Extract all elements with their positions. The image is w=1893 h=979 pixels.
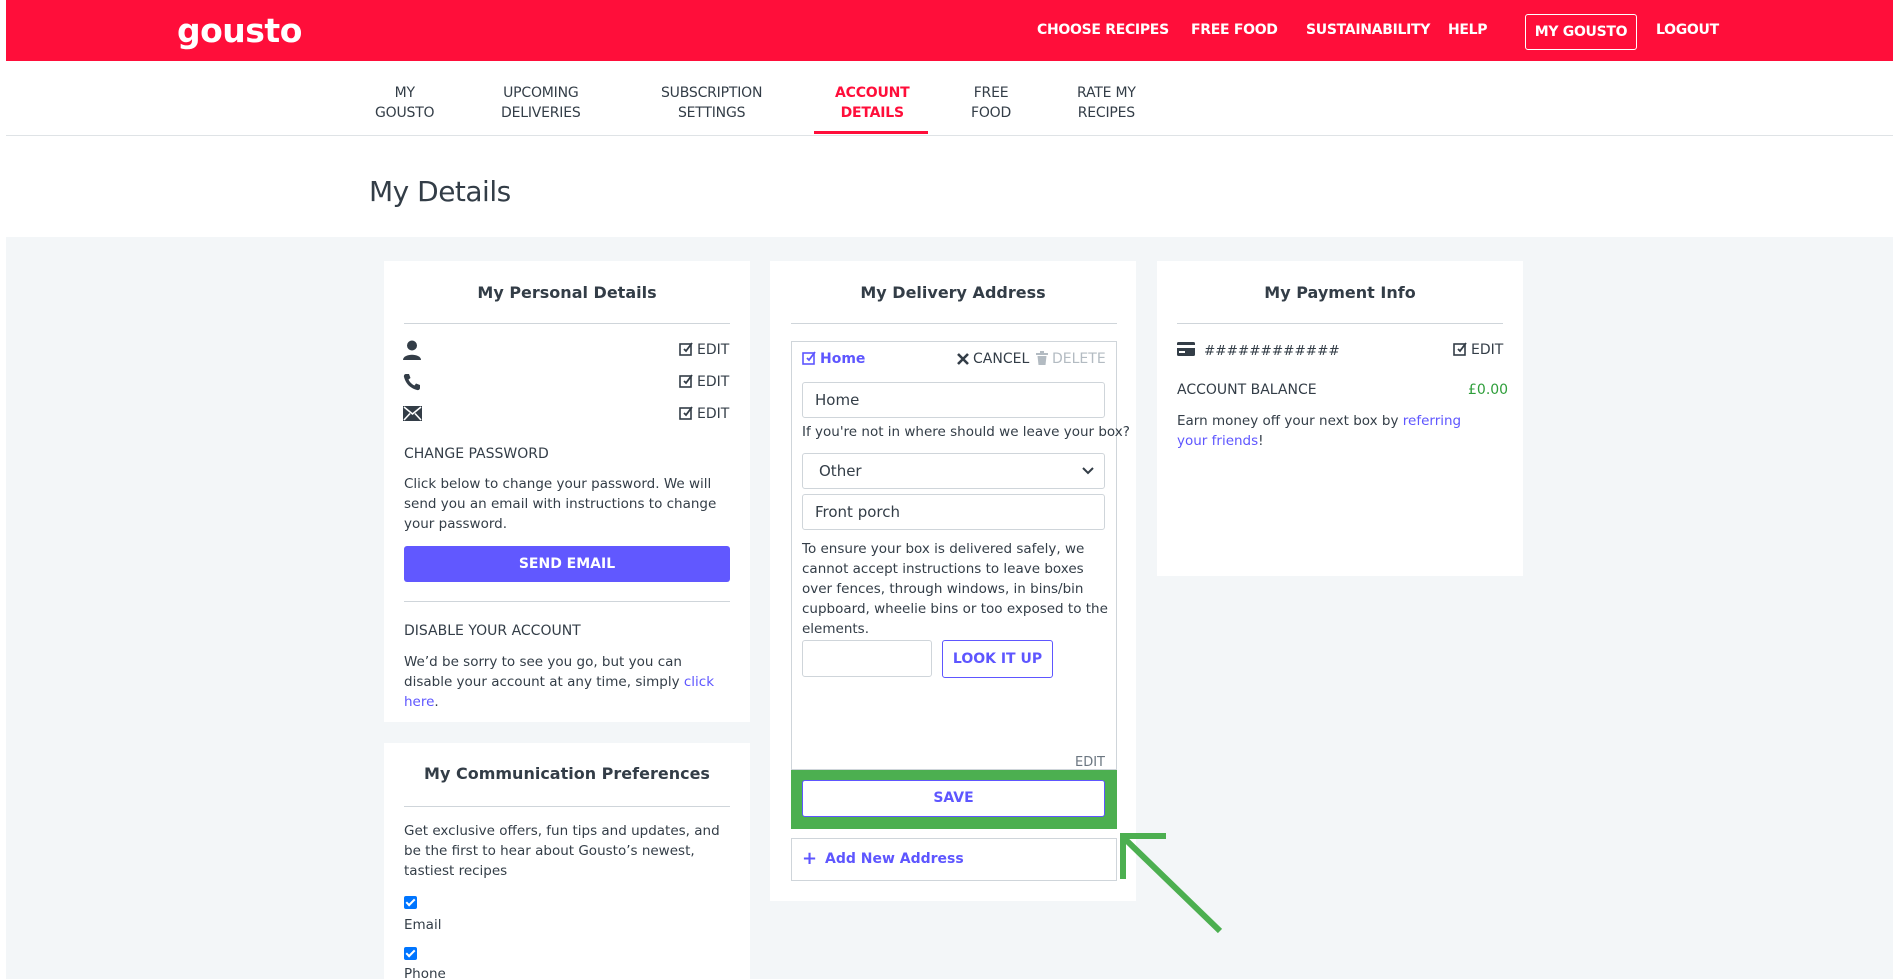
disable-account-text: We’d be sorry to see you go, but you can… bbox=[404, 654, 715, 710]
postcode-input[interactable] bbox=[802, 640, 932, 677]
tab-account-details[interactable]: ACCOUNT DETAILS bbox=[835, 83, 910, 123]
disable-account-heading: DISABLE YOUR ACCOUNT bbox=[404, 623, 581, 639]
trash-icon bbox=[1036, 351, 1048, 365]
edit-icon bbox=[802, 351, 816, 365]
tab-rate-my-recipes[interactable]: RATE MY RECIPES bbox=[1077, 83, 1136, 123]
edit-name-button[interactable]: EDIT bbox=[679, 342, 729, 358]
change-password-text: Click below to change your password. We … bbox=[404, 476, 717, 532]
delivery-address-title: My Delivery Address bbox=[860, 283, 1046, 302]
nav-choose-recipes[interactable]: CHOOSE RECIPES bbox=[1037, 22, 1169, 38]
edit-icon bbox=[679, 342, 693, 356]
my-gousto-button[interactable]: MY GOUSTO bbox=[1525, 14, 1637, 50]
email-option-label: Email bbox=[404, 917, 442, 933]
leave-box-select[interactable]: Other bbox=[802, 453, 1105, 489]
plus-icon: + bbox=[802, 848, 818, 869]
delete-button[interactable]: DELETE bbox=[1036, 351, 1106, 367]
save-button[interactable]: SAVE bbox=[802, 780, 1105, 817]
send-email-button[interactable]: SEND EMAIL bbox=[404, 546, 730, 582]
tab-free-food[interactable]: FREE FOOD bbox=[971, 83, 1011, 123]
add-new-address-button[interactable]: + Add New Address bbox=[791, 838, 1117, 881]
account-balance-label: ACCOUNT BALANCE bbox=[1177, 382, 1317, 398]
add-new-address-label: Add New Address bbox=[825, 851, 964, 867]
tab-subscription-settings[interactable]: SUBSCRIPTION SETTINGS bbox=[661, 83, 762, 123]
edit-icon bbox=[679, 374, 693, 388]
divider bbox=[404, 601, 730, 602]
edit-icon bbox=[679, 406, 693, 420]
divider bbox=[404, 323, 730, 324]
edit-address-link[interactable]: EDIT bbox=[1075, 755, 1105, 770]
payment-info-title: My Payment Info bbox=[1264, 283, 1416, 302]
edit-payment-button[interactable]: EDIT bbox=[1453, 342, 1503, 358]
email-checkbox[interactable] bbox=[404, 896, 417, 909]
look-it-up-button[interactable]: LOOK IT UP bbox=[942, 640, 1053, 678]
nav-free-food[interactable]: FREE FOOD bbox=[1191, 22, 1278, 38]
edit-phone-button[interactable]: EDIT bbox=[679, 374, 729, 390]
tab-upcoming-deliveries[interactable]: UPCOMING DELIVERIES bbox=[501, 83, 581, 123]
active-tab-indicator bbox=[814, 131, 928, 134]
gousto-logo[interactable]: gousto bbox=[177, 11, 302, 50]
communication-text: Get exclusive offers, fun tips and updat… bbox=[404, 823, 720, 879]
masked-card-number: ############ bbox=[1204, 343, 1340, 359]
credit-card-icon bbox=[1177, 342, 1195, 356]
edit-email-button[interactable]: EDIT bbox=[679, 406, 729, 422]
nav-help[interactable]: HELP bbox=[1448, 22, 1488, 38]
change-password-heading: CHANGE PASSWORD bbox=[404, 446, 549, 462]
divider bbox=[1177, 323, 1503, 324]
communication-preferences-title: My Communication Preferences bbox=[424, 764, 710, 783]
address-name-tab[interactable]: Home bbox=[802, 351, 865, 367]
chevron-down-icon bbox=[1082, 467, 1094, 475]
cancel-button[interactable]: CANCEL bbox=[957, 351, 1029, 367]
user-icon bbox=[403, 340, 421, 360]
account-subnav bbox=[6, 61, 1893, 136]
leave-box-details-input[interactable]: Front porch bbox=[802, 494, 1105, 530]
divider bbox=[791, 323, 1117, 324]
logout-link[interactable]: LOGOUT bbox=[1656, 22, 1719, 38]
edit-icon bbox=[1453, 342, 1467, 356]
divider bbox=[404, 806, 730, 807]
arrow-annotation-icon bbox=[1120, 833, 1223, 934]
nav-sustainability[interactable]: SUSTAINABILITY bbox=[1306, 22, 1430, 38]
leave-box-question: If you're not in where should we leave y… bbox=[802, 424, 1130, 440]
account-balance-value: £0.00 bbox=[1468, 382, 1509, 398]
refer-friends-text: Earn money off your next box by referrin… bbox=[1177, 413, 1462, 449]
phone-checkbox[interactable] bbox=[404, 947, 417, 960]
tab-my-gousto[interactable]: MY GOUSTO bbox=[375, 83, 435, 123]
phone-icon bbox=[403, 374, 420, 391]
address-name-input[interactable]: Home bbox=[802, 382, 1105, 418]
page-title: My Details bbox=[369, 175, 511, 208]
delivery-notice: To ensure your box is delivered safely, … bbox=[802, 541, 1108, 637]
phone-option-label: Phone bbox=[404, 966, 446, 979]
personal-details-title: My Personal Details bbox=[477, 283, 657, 302]
envelope-icon bbox=[403, 406, 422, 421]
close-icon bbox=[957, 353, 969, 365]
